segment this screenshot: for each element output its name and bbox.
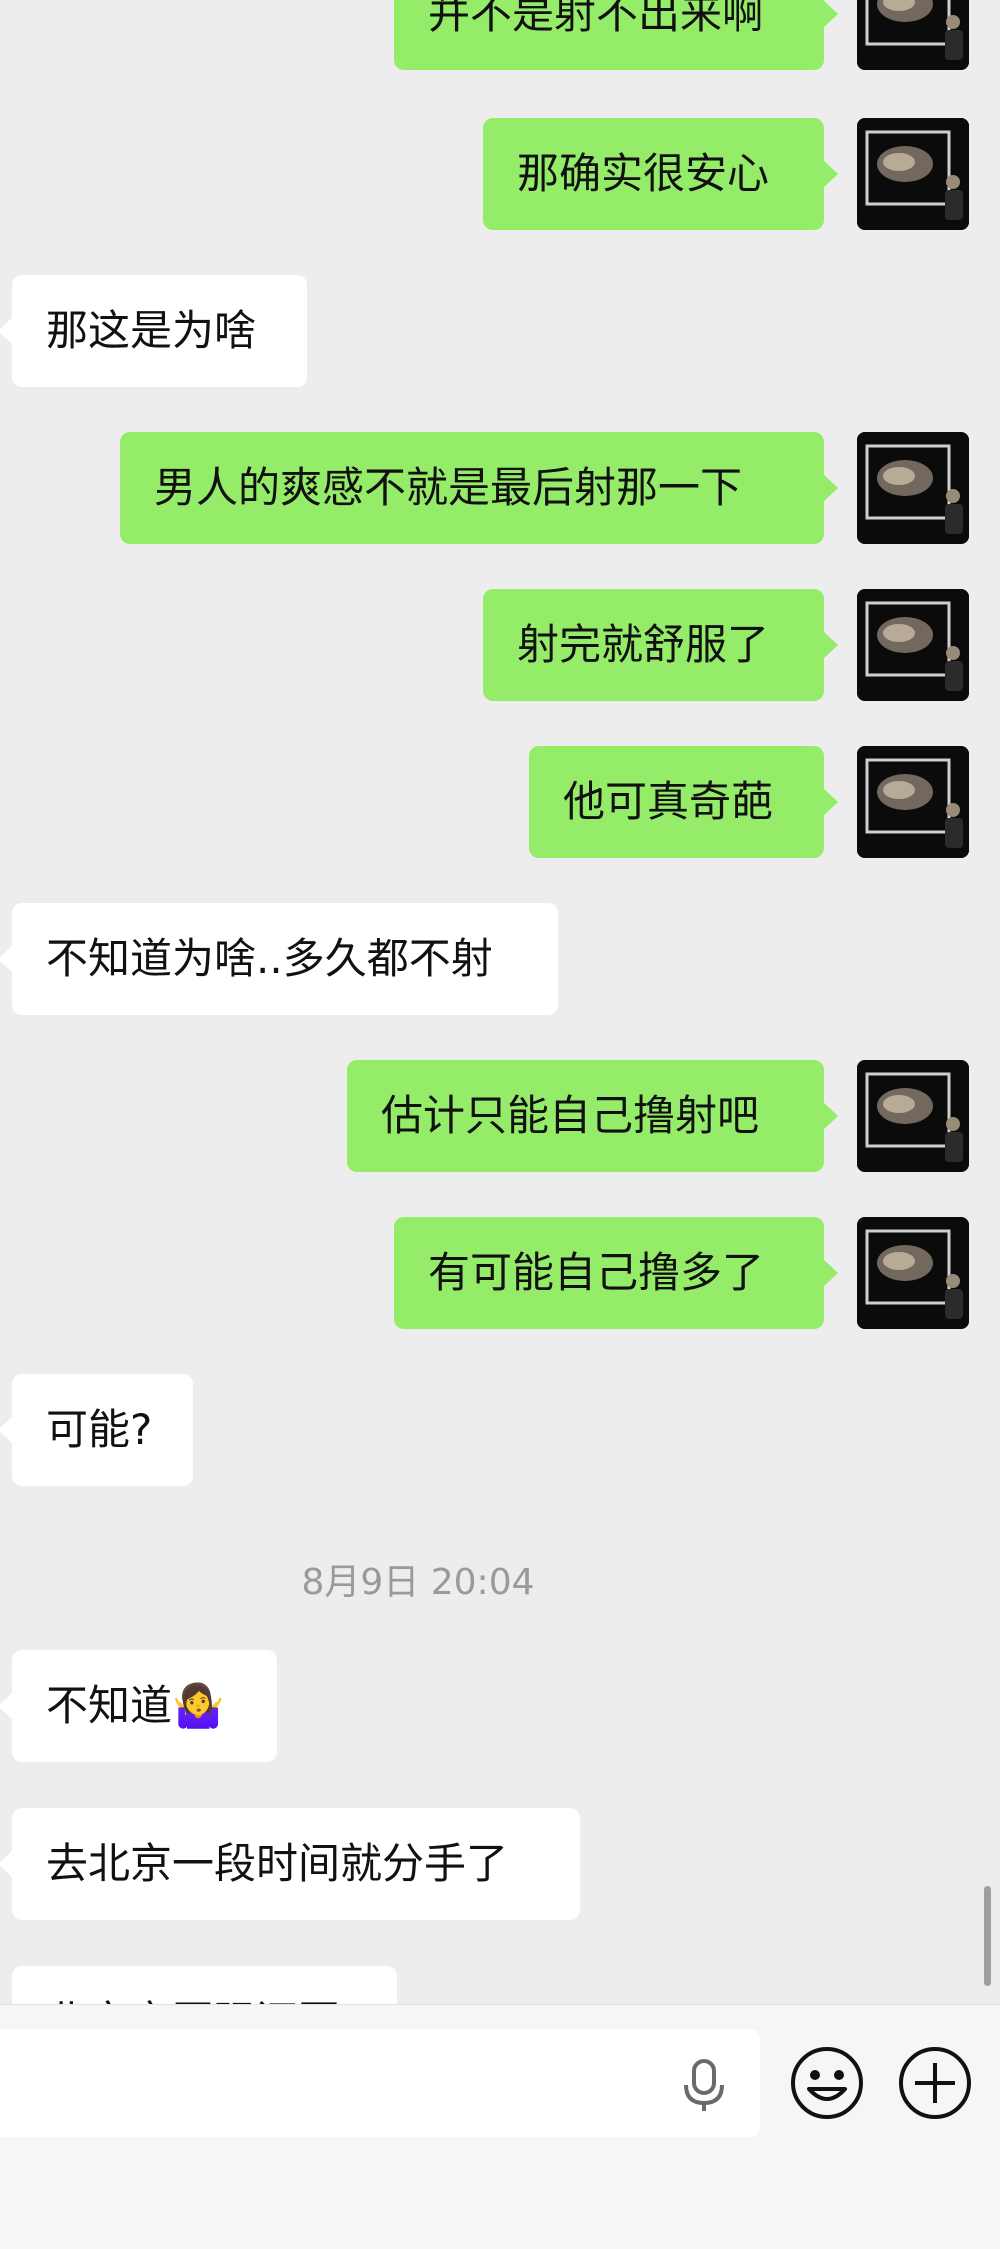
message-row: 去北京一段时间就分手了: [0, 1808, 1000, 1920]
message-row: 他可真奇葩: [0, 746, 1000, 858]
microphone-icon[interactable]: [674, 2055, 734, 2115]
outgoing-bubble[interactable]: 那确实很安心: [483, 118, 838, 230]
plus-circle-icon[interactable]: [897, 2045, 973, 2121]
avatar[interactable]: [857, 1217, 969, 1329]
input-bar: [0, 2004, 1000, 2249]
incoming-bubble[interactable]: 那这是为啥: [0, 275, 307, 387]
message-row: 并不是射不出来啊: [0, 0, 1000, 70]
avatar[interactable]: [857, 589, 969, 701]
incoming-bubble[interactable]: 去北京一段时间就分手了: [0, 1808, 580, 1920]
message-timestamp: 8月9日 20:04: [301, 1562, 535, 1603]
outgoing-bubble[interactable]: 射完就舒服了: [483, 589, 838, 701]
message-row: 那这是为啥: [0, 275, 1000, 387]
scrollbar-thumb[interactable]: [984, 1886, 991, 1986]
message-row: 射完就舒服了: [0, 589, 1000, 701]
message-row: 男人的爽感不就是最后射那一下: [0, 432, 1000, 544]
incoming-bubble[interactable]: 北京市国强还回: [12, 1966, 397, 2004]
outgoing-bubble[interactable]: 有可能自己撸多了: [394, 1217, 838, 1329]
outgoing-bubble[interactable]: 并不是射不出来啊: [394, 0, 838, 70]
chat-area[interactable]: 并不是射不出来啊 那确实很安心 那这是为啥 男人的爽感不就是最后射那一下 射完就…: [0, 0, 1000, 2004]
incoming-bubble[interactable]: 不知道为啥..多久都不射: [0, 903, 558, 1015]
avatar[interactable]: [857, 1060, 969, 1172]
outgoing-bubble[interactable]: 男人的爽感不就是最后射那一下: [120, 432, 838, 544]
avatar[interactable]: [857, 0, 969, 70]
outgoing-bubble[interactable]: 他可真奇葩: [529, 746, 838, 858]
avatar[interactable]: [857, 118, 969, 230]
message-row: 有可能自己撸多了: [0, 1217, 1000, 1329]
message-row: 可能?: [0, 1374, 1000, 1486]
message-row: 北京市国强还回: [0, 1966, 1000, 2004]
smiley-face-icon[interactable]: [789, 2045, 865, 2121]
message-row: 那确实很安心: [0, 118, 1000, 230]
message-row: 不知道为啥..多久都不射: [0, 903, 1000, 1015]
avatar[interactable]: [857, 746, 969, 858]
avatar[interactable]: [857, 432, 969, 544]
message-row: 不知道🤷‍♀️: [0, 1650, 1000, 1762]
incoming-bubble[interactable]: 可能?: [0, 1374, 193, 1486]
incoming-bubble[interactable]: 不知道🤷‍♀️: [0, 1650, 277, 1762]
outgoing-bubble[interactable]: 估计只能自己撸射吧: [347, 1060, 838, 1172]
message-row: 估计只能自己撸射吧: [0, 1060, 1000, 1172]
message-input[interactable]: [0, 2029, 760, 2137]
